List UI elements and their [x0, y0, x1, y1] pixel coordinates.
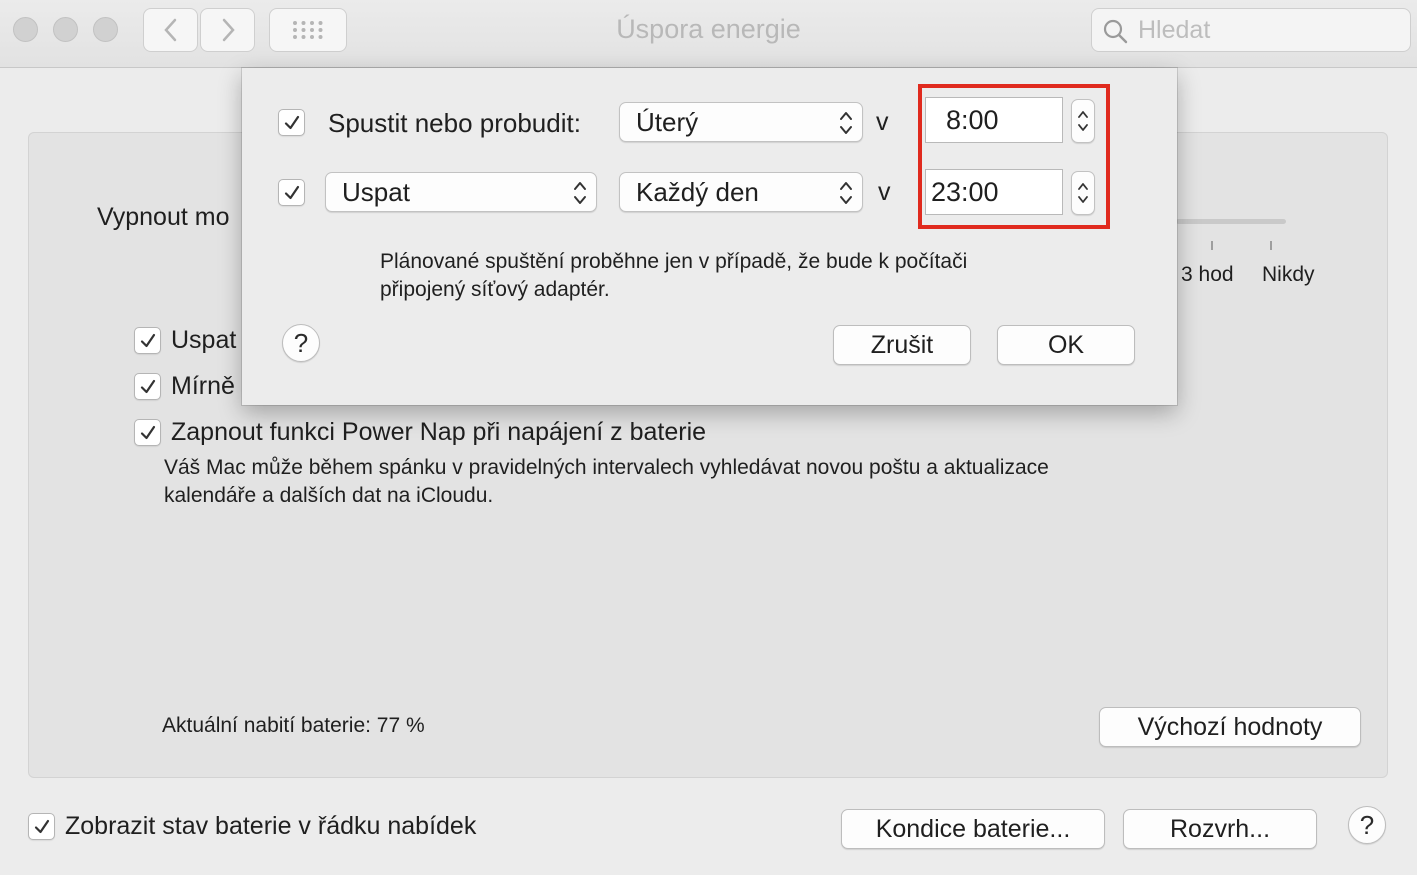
- startup-at-label: v: [876, 108, 889, 136]
- search-field[interactable]: Hledat: [1091, 8, 1411, 52]
- checkmark-icon: [34, 819, 49, 833]
- slider-label-3h: 3 hod: [1181, 263, 1234, 286]
- battery-health-button[interactable]: Kondice baterie...: [841, 809, 1105, 849]
- checkmark-icon: [140, 425, 155, 439]
- sleep-schedule-checkbox[interactable]: [278, 179, 305, 206]
- up-down-chevron-icon: [840, 182, 852, 204]
- restore-defaults-button[interactable]: Výchozí hodnoty: [1099, 707, 1361, 747]
- chevron-left-icon: [163, 18, 176, 42]
- sleep-action-value: Uspat: [342, 176, 410, 207]
- power-nap-label: Zapnout funkci Power Nap při napájení z …: [171, 418, 707, 446]
- zoom-window-button[interactable]: [93, 17, 118, 42]
- sleep-action-popup[interactable]: Uspat: [325, 172, 597, 212]
- battery-charge-status: Aktuální nabití baterie: 77 %: [162, 714, 425, 737]
- show-battery-status-label: Zobrazit stav baterie v řádku nabídek: [65, 812, 477, 840]
- up-down-chevron-icon: [574, 182, 586, 204]
- chevron-right-icon: [222, 18, 235, 42]
- adapter-note-line2: připojený síťový adaptér.: [380, 278, 610, 301]
- startup-day-value: Úterý: [636, 106, 699, 137]
- dialog-help-button[interactable]: ?: [282, 324, 320, 362]
- startup-wake-label: Spustit nebo probudit:: [328, 108, 581, 138]
- sleep-at-label: v: [878, 178, 891, 206]
- search-placeholder: Hledat: [1138, 16, 1211, 44]
- turn-off-display-label: Vypnout mo: [97, 203, 230, 231]
- sleep-disks-label: Uspat: [171, 326, 237, 354]
- startup-day-popup[interactable]: Úterý: [619, 102, 863, 142]
- checkmark-icon: [284, 115, 299, 129]
- display-sleep-slider[interactable]: [1176, 219, 1286, 224]
- close-window-button[interactable]: [13, 17, 38, 42]
- sleep-day-popup[interactable]: Každý den: [619, 172, 863, 212]
- checkmark-icon: [140, 333, 155, 347]
- sleep-disks-checkbox[interactable]: [134, 327, 161, 354]
- grid-icon: [293, 21, 323, 39]
- slider-label-never: Nikdy: [1262, 263, 1315, 286]
- cancel-button[interactable]: Zrušit: [833, 325, 971, 365]
- sleep-day-value: Každý den: [636, 176, 759, 207]
- checkmark-icon: [284, 185, 299, 199]
- power-nap-checkbox[interactable]: [134, 419, 161, 446]
- search-icon: [1103, 19, 1128, 44]
- power-nap-description-line1: Váš Mac může během spánku v pravidelných…: [164, 456, 1049, 479]
- back-button[interactable]: [143, 8, 198, 52]
- adapter-note-line1: Plánované spuštění proběhne jen v případ…: [380, 250, 968, 273]
- show-all-button[interactable]: [269, 8, 347, 52]
- schedule-button[interactable]: Rozvrh...: [1123, 809, 1317, 849]
- checkmark-icon: [140, 379, 155, 393]
- slider-tick: [1211, 241, 1213, 250]
- help-button[interactable]: ?: [1348, 806, 1386, 844]
- title-bar: Úspora energie Hledat: [0, 0, 1417, 68]
- time-fields-highlight: [918, 84, 1110, 229]
- slider-tick: [1270, 241, 1272, 250]
- power-nap-description-line2: kalendáře a dalších dat na iCloudu.: [164, 484, 494, 507]
- dim-display-label: Mírně: [171, 372, 235, 400]
- forward-button[interactable]: [200, 8, 255, 52]
- startup-wake-checkbox[interactable]: [278, 109, 305, 136]
- minimize-window-button[interactable]: [53, 17, 78, 42]
- ok-button[interactable]: OK: [997, 325, 1135, 365]
- window-title: Úspora energie: [616, 14, 801, 44]
- up-down-chevron-icon: [840, 112, 852, 134]
- show-battery-status-checkbox[interactable]: [28, 813, 55, 840]
- dim-display-checkbox[interactable]: [134, 373, 161, 400]
